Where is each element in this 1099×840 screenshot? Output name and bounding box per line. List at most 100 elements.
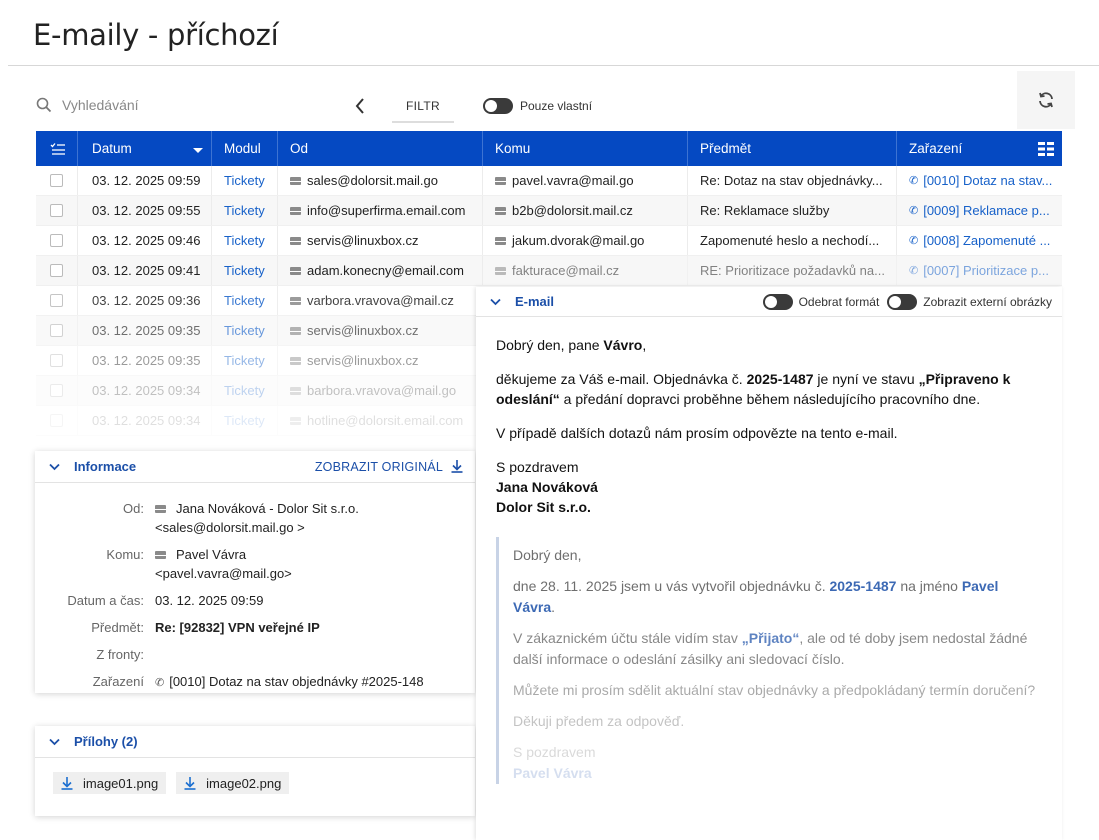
cell-module[interactable]: Tickety — [212, 196, 278, 225]
attachment-item[interactable]: image02.png — [176, 772, 290, 794]
row-checkbox[interactable] — [50, 174, 63, 187]
external-images-toggle[interactable]: Zobrazit externí obrázky — [887, 293, 1052, 310]
cell-category[interactable]: ✆ [0007] Prioritizace p... — [897, 256, 1062, 285]
email-panel-header[interactable]: E-mail Odebrat formát Zobrazit externí o… — [476, 287, 1062, 317]
mail-icon — [290, 206, 301, 215]
chevron-down-icon[interactable] — [49, 738, 60, 746]
attachments-header[interactable]: Přílohy (2) — [35, 726, 475, 758]
chevron-down-icon[interactable] — [49, 463, 60, 471]
cell-module[interactable]: Tickety — [212, 316, 278, 345]
cell-subject: RE: Prioritizace požadavků na... — [688, 256, 897, 285]
p1-text-a: děkujeme za Váš e-mail. Objednávka č. — [496, 371, 747, 387]
cell-module[interactable]: Tickety — [212, 166, 278, 195]
external-images-label: Zobrazit externí obrázky — [923, 294, 1052, 309]
mail-icon — [495, 206, 506, 215]
toggle-switch[interactable] — [887, 293, 918, 310]
column-module[interactable]: Modul — [212, 131, 278, 166]
row-checkbox[interactable] — [50, 294, 63, 307]
own-only-label: Pouze vlastní — [520, 99, 593, 113]
row-checkbox[interactable] — [50, 384, 63, 397]
search-input[interactable] — [62, 97, 312, 113]
row-select[interactable] — [36, 286, 78, 315]
cell-module[interactable]: Tickety — [212, 346, 278, 375]
row-select[interactable] — [36, 226, 78, 255]
cell-module[interactable]: Tickety — [212, 406, 278, 435]
column-subject[interactable]: Předmět — [688, 131, 897, 166]
column-from[interactable]: Od — [278, 131, 483, 166]
row-select[interactable] — [36, 406, 78, 435]
info-subject-value: Re: [92832] VPN veřejné IP — [155, 620, 320, 635]
email-greeting: Dobrý den, pane Vávro, — [496, 335, 1042, 355]
greeting-name: Vávro — [603, 337, 643, 353]
cell-to: b2b@dolorsit.mail.cz — [483, 196, 688, 225]
refresh-icon — [1039, 92, 1053, 108]
title-divider — [8, 65, 1099, 66]
row-select[interactable] — [36, 376, 78, 405]
back-button[interactable] — [350, 94, 370, 118]
column-from-label: Od — [290, 141, 309, 156]
cell-module[interactable]: Tickety — [212, 376, 278, 405]
cell-category[interactable]: ✆ [0010] Dotaz na stav... — [897, 166, 1062, 195]
attachment-item[interactable]: image01.png — [53, 772, 167, 794]
info-queue-label: Z fronty: — [96, 647, 144, 662]
row-select[interactable] — [36, 166, 78, 195]
show-original-label: ZOBRAZIT ORIGINÁL — [314, 459, 443, 474]
attachments-list: image01.png image02.png — [35, 758, 475, 808]
quote-signature-name: Pavel Vávra — [513, 765, 592, 781]
column-to[interactable]: Komu — [483, 131, 688, 166]
email-body: Dobrý den, pane Vávro, děkujeme za Váš e… — [476, 317, 1062, 784]
row-select[interactable] — [36, 346, 78, 375]
info-from-name: Jana Nováková - Dolor Sit s.r.o. — [176, 501, 359, 516]
info-from-value: Jana Nováková - Dolor Sit s.r.o. <sales@d… — [155, 499, 359, 537]
quote-paragraph: Děkuji předem za odpověď. — [513, 713, 685, 729]
sort-desc-icon — [193, 148, 203, 153]
cell-from: barbora.vravova@mail.go — [278, 376, 483, 405]
refresh-button[interactable] — [1017, 71, 1075, 129]
table-row[interactable]: 03. 12. 2025 09:55 Tickety info@superfir… — [36, 196, 1062, 226]
info-panel-header[interactable]: Informace ZOBRAZIT ORIGINÁL — [35, 451, 475, 483]
cell-category[interactable]: ✆ [0008] Zapomenuté ... — [897, 226, 1062, 255]
own-only-toggle[interactable]: Pouze vlastní — [483, 98, 592, 114]
chevron-left-icon — [355, 98, 364, 114]
row-checkbox[interactable] — [50, 234, 63, 247]
row-select[interactable] — [36, 256, 78, 285]
cell-module[interactable]: Tickety — [212, 286, 278, 315]
table-row[interactable]: 03. 12. 2025 09:41 Tickety adam.konecny@… — [36, 256, 1062, 286]
column-chooser-icon[interactable] — [1038, 142, 1054, 156]
row-select[interactable] — [36, 196, 78, 225]
search-box[interactable] — [36, 94, 336, 116]
info-datetime-label: Datum a čas: — [67, 593, 144, 608]
select-all-column[interactable] — [36, 131, 78, 166]
toggle-switch[interactable] — [762, 293, 793, 310]
info-datetime-value: 03. 12. 2025 09:59 — [155, 593, 264, 608]
cell-date: 03. 12. 2025 09:36 — [78, 286, 212, 315]
row-checkbox[interactable] — [50, 354, 63, 367]
mail-icon — [495, 176, 506, 185]
cell-category[interactable]: ✆ [0009] Reklamace p... — [897, 196, 1062, 225]
cell-to-text: jakum.dvorak@mail.go — [512, 233, 645, 248]
column-category[interactable]: Zařazení — [897, 131, 1062, 166]
cell-module[interactable]: Tickety — [212, 226, 278, 255]
show-original-button[interactable]: ZOBRAZIT ORIGINÁL — [315, 460, 463, 474]
cell-date: 03. 12. 2025 09:46 — [78, 226, 212, 255]
phone-icon: ✆ — [909, 265, 919, 277]
cell-date: 03. 12. 2025 09:59 — [78, 166, 212, 195]
table-row[interactable]: 03. 12. 2025 09:46 Tickety servis@linuxb… — [36, 226, 1062, 256]
row-checkbox[interactable] — [50, 204, 63, 217]
filter-button[interactable]: FILTR — [392, 91, 454, 123]
chevron-down-icon[interactable] — [490, 298, 501, 306]
toggle-switch[interactable] — [483, 98, 513, 114]
remove-format-toggle[interactable]: Odebrat formát — [762, 293, 879, 310]
row-checkbox[interactable] — [50, 264, 63, 277]
row-checkbox[interactable] — [50, 324, 63, 337]
row-select[interactable] — [36, 316, 78, 345]
quote-q1-b: na jméno — [896, 578, 962, 594]
column-date[interactable]: Datum — [78, 131, 212, 166]
info-to-email: <pavel.vavra@mail.go> — [155, 566, 292, 581]
quoted-message: Dobrý den, dne 28. 11. 2025 jsem u vás v… — [496, 537, 1042, 784]
table-row[interactable]: 03. 12. 2025 09:59 Tickety sales@dolorsi… — [36, 166, 1062, 196]
search-icon — [36, 97, 52, 113]
info-category-link[interactable]: ✆ [0010] Dotaz na stav objednávky #2025-1… — [155, 672, 424, 693]
cell-module[interactable]: Tickety — [212, 256, 278, 285]
row-checkbox[interactable] — [50, 414, 63, 427]
